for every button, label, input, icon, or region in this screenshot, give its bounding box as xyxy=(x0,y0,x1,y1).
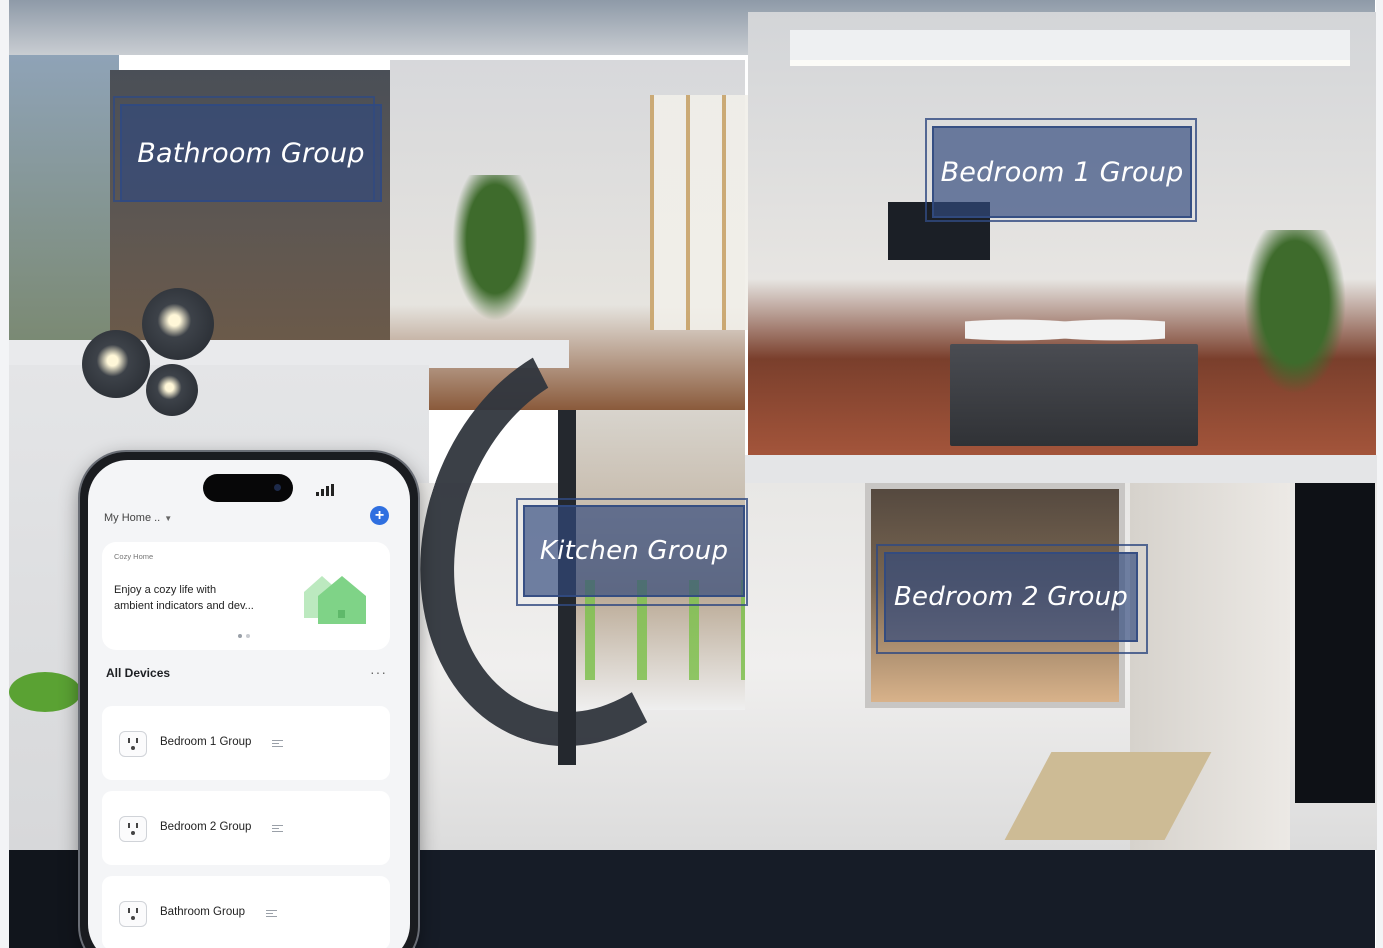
plant xyxy=(445,175,545,335)
banner-text: Enjoy a cozy life with ambient indicator… xyxy=(114,584,254,612)
phone-screen: My Home .. ▼ + Cozy Home Enjoy a cozy li… xyxy=(88,460,410,948)
kitchen-group-text: Kitchen Group xyxy=(539,536,729,566)
all-devices-title: All Devices xyxy=(106,666,171,680)
kitchen-group-label: Kitchen Group xyxy=(516,498,748,606)
pendant-lamp xyxy=(142,288,214,360)
upper-floor-slab-right xyxy=(745,455,1377,483)
smart-plug-icon xyxy=(119,901,147,927)
banner-tag: Cozy Home xyxy=(114,552,154,561)
left-border xyxy=(0,0,9,948)
phone-mockup: My Home .. ▼ + Cozy Home Enjoy a cozy li… xyxy=(80,452,418,948)
device-card-bedroom2[interactable]: Bedroom 2 Group xyxy=(102,791,390,865)
home-selector[interactable]: My Home .. ▼ xyxy=(104,512,172,524)
device-name: Bathroom Group xyxy=(160,906,246,918)
smart-plug-icon xyxy=(119,731,147,757)
home-selector-label: My Home .. xyxy=(104,512,161,524)
bedroom1-ceiling-light xyxy=(790,30,1350,66)
bedroom1-bed xyxy=(950,344,1198,446)
more-icon[interactable]: ··· xyxy=(370,664,387,680)
plant xyxy=(1235,230,1355,410)
green-rug xyxy=(9,672,81,712)
bedroom1-group-text: Bedroom 1 Group xyxy=(940,156,1184,188)
bedroom2-group-label: Bedroom 2 Group xyxy=(876,544,1148,654)
device-card-bathroom[interactable]: Bathroom Group xyxy=(102,876,390,948)
device-name: Bedroom 2 Group xyxy=(160,821,252,833)
group-list-icon xyxy=(266,910,277,917)
add-button[interactable]: + xyxy=(370,506,389,525)
device-name: Bedroom 1 Group xyxy=(160,736,252,748)
house-icon xyxy=(304,576,366,624)
smart-plug-icon xyxy=(119,816,147,842)
foundation xyxy=(415,850,1375,948)
group-list-icon xyxy=(272,740,283,747)
caret-down-icon: ▼ xyxy=(164,513,173,523)
page-dot xyxy=(238,634,242,638)
pendant-lamp xyxy=(82,330,150,398)
signal-icon xyxy=(316,482,338,496)
device-card-bedroom1[interactable]: Bedroom 1 Group xyxy=(102,706,390,780)
plus-icon: + xyxy=(374,507,385,524)
banner-page-dots xyxy=(238,634,250,638)
bedroom2-group-text: Bedroom 2 Group xyxy=(894,582,1128,612)
pillows xyxy=(965,312,1165,348)
cozy-home-banner[interactable]: Cozy Home Enjoy a cozy life with ambient… xyxy=(102,542,390,650)
page-dot xyxy=(246,634,250,638)
camera-icon xyxy=(274,484,281,491)
pendant-lamp xyxy=(146,364,198,416)
dynamic-island xyxy=(203,474,293,502)
bathroom-group-text: Bathroom Group xyxy=(137,137,365,169)
dark-doorway xyxy=(1295,483,1375,803)
group-list-icon xyxy=(272,825,283,832)
bathroom-group-label: Bathroom Group xyxy=(113,96,382,202)
right-border xyxy=(1376,0,1383,948)
bedroom1-group-label: Bedroom 1 Group xyxy=(925,118,1197,222)
